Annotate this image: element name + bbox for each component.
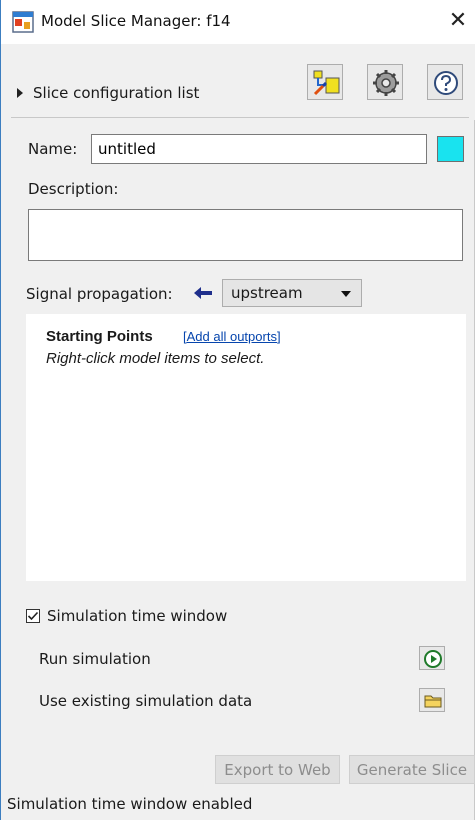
- play-icon: [424, 650, 442, 668]
- description-input[interactable]: [28, 209, 463, 261]
- starting-points-hint: Right-click model items to select.: [46, 350, 265, 367]
- name-label: Name:: [28, 140, 78, 158]
- starting-points-panel[interactable]: Starting Points [Add all outports] Right…: [26, 314, 466, 581]
- load-simulation-data-button[interactable]: [419, 688, 445, 712]
- settings-button[interactable]: [367, 64, 403, 100]
- name-input[interactable]: [91, 134, 427, 164]
- help-icon: [434, 71, 458, 95]
- signal-propagation-dropdown[interactable]: upstream: [222, 279, 362, 307]
- simulation-time-window-label: Simulation time window: [47, 607, 228, 625]
- slice-configuration-list-label: Slice configuration list: [33, 84, 200, 102]
- title-bar: Model Slice Manager: f14 ✕: [1, 0, 475, 44]
- description-label: Description:: [28, 180, 119, 198]
- highlight-slice-button[interactable]: [307, 64, 343, 100]
- close-button[interactable]: ✕: [444, 7, 472, 35]
- model-slice-manager-window: Model Slice Manager: f14 ✕ Slice configu…: [0, 0, 475, 820]
- folder-icon: [424, 695, 442, 708]
- checkbox-checked-icon[interactable]: [26, 609, 40, 623]
- arrow-left-icon: [193, 286, 213, 304]
- help-button[interactable]: [427, 64, 463, 100]
- use-existing-simulation-data-label: Use existing simulation data: [39, 692, 253, 710]
- signal-propagation-label: Signal propagation:: [26, 285, 173, 303]
- status-bar-text: Simulation time window enabled: [7, 795, 253, 813]
- run-simulation-label: Run simulation: [39, 650, 151, 668]
- slice-configuration-list-toggle[interactable]: Slice configuration list: [17, 84, 199, 102]
- add-all-outports-link[interactable]: [Add all outports]: [183, 329, 281, 344]
- toolbar: [1, 44, 475, 120]
- starting-points-heading: Starting Points: [46, 328, 153, 345]
- export-to-web-button[interactable]: Export to Web: [215, 755, 340, 784]
- gear-icon: [373, 70, 399, 96]
- chevron-down-icon: [341, 291, 351, 297]
- signal-propagation-value: upstream: [231, 284, 303, 302]
- slice-color-swatch[interactable]: [437, 136, 464, 162]
- expand-triangle-icon: [17, 88, 23, 98]
- run-simulation-button[interactable]: [419, 646, 445, 670]
- window-title: Model Slice Manager: f14: [41, 12, 231, 30]
- simulation-time-window-checkbox[interactable]: Simulation time window: [26, 607, 227, 625]
- highlight-slice-icon: [313, 70, 340, 96]
- app-icon: [12, 11, 34, 33]
- generate-slice-button[interactable]: Generate Slice: [349, 755, 475, 784]
